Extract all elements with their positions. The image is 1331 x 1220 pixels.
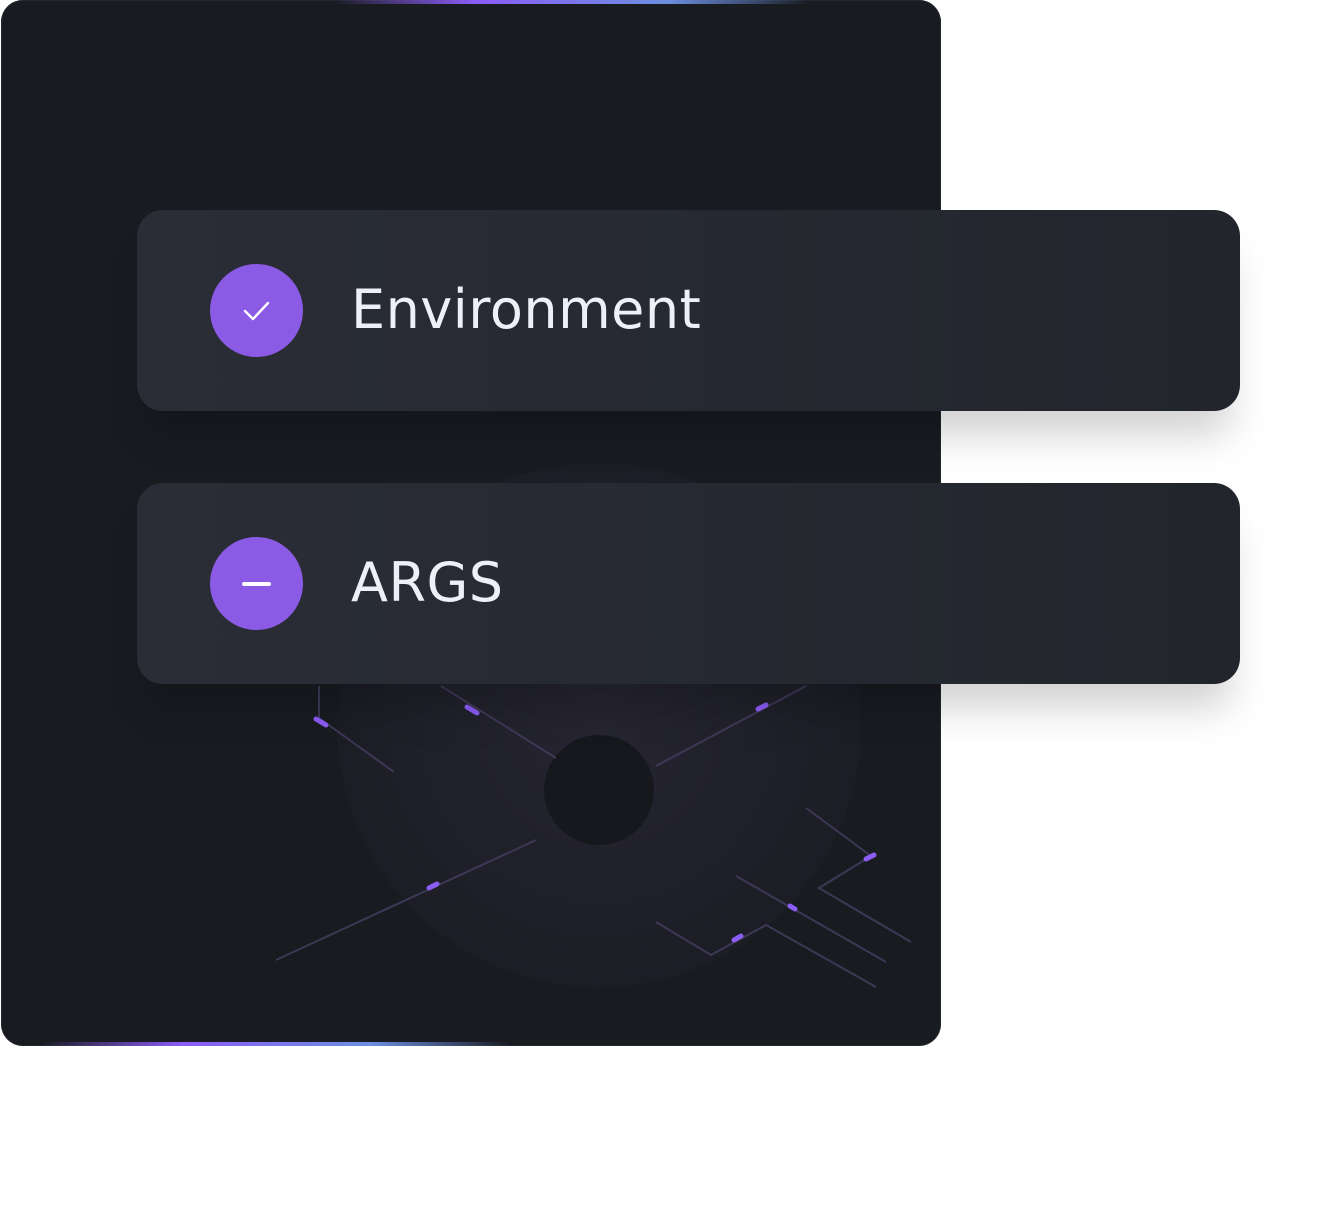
orb-core (544, 735, 654, 845)
check-icon (243, 301, 270, 321)
stage: Environment ARGS (0, 0, 1331, 1220)
step-status-badge (210, 537, 303, 630)
step-status-badge (210, 264, 303, 357)
minus-icon (242, 582, 271, 586)
step-label: ARGS (351, 551, 504, 614)
step-label: Environment (351, 278, 702, 341)
step-row-environment[interactable]: Environment (137, 210, 1240, 411)
step-row-args[interactable]: ARGS (137, 483, 1240, 684)
bottom-glow-accent (41, 1042, 511, 1046)
